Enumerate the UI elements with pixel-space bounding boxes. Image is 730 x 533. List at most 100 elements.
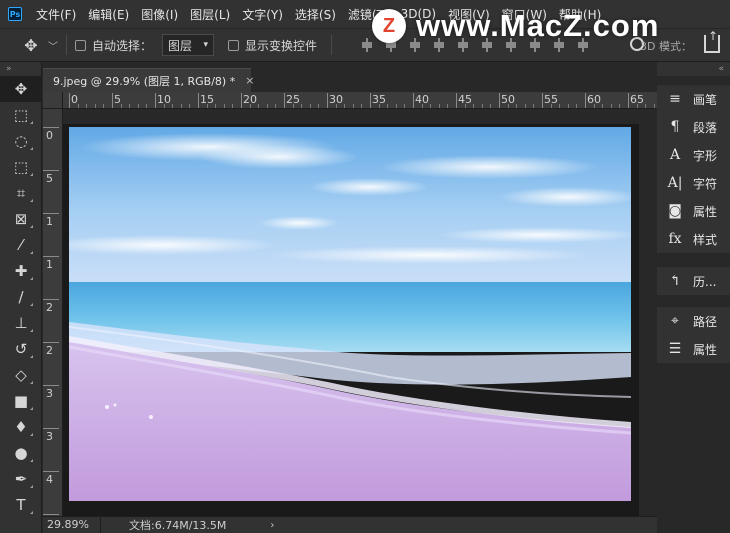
- chevron-right-icon[interactable]: ›: [270, 520, 274, 531]
- healing-brush-tool[interactable]: ✚: [0, 258, 42, 284]
- menu-image[interactable]: 图像(I): [141, 6, 178, 23]
- character-panel[interactable]: A| 字符: [657, 169, 730, 197]
- horizontal-ruler[interactable]: 0 5 10 15 20 25 30 35 40 45 50 55 60 65: [63, 92, 657, 109]
- share-icon[interactable]: [704, 29, 720, 53]
- collapse-toolbar-icon[interactable]: »: [0, 62, 41, 76]
- divider: [66, 35, 67, 55]
- move-tool-preset-icon[interactable]: ✥: [20, 34, 42, 56]
- type-tool[interactable]: T: [0, 492, 42, 518]
- brush-tool[interactable]: ∕: [0, 284, 42, 310]
- menu-file[interactable]: 文件(F): [36, 6, 76, 23]
- tools-panel: » ✥ ⬚ ◌ ⬚ ⌗ ⊠ ⁄ ✚ ∕ ⊥ ↺ ◇ ■ ♦ ● ✒ T: [0, 62, 42, 533]
- ruler-minor-tick: [275, 104, 277, 108]
- ruler-minor-tick: [559, 104, 561, 108]
- panel-label: 属性: [693, 204, 718, 219]
- menu-layer[interactable]: 图层(L): [190, 6, 230, 23]
- lasso-tool[interactable]: ◌: [0, 128, 42, 154]
- ruler-minor-tick: [645, 104, 647, 108]
- ruler-minor-tick: [473, 104, 475, 108]
- history-panel[interactable]: ↰ 历...: [657, 267, 730, 295]
- ruler-minor-tick: [619, 104, 621, 108]
- brush-panel[interactable]: ≡ 画笔: [657, 85, 730, 113]
- brush-icon: ≡: [669, 91, 681, 107]
- ruler-minor-tick: [576, 104, 578, 108]
- ruler-minor-tick: [533, 104, 535, 108]
- document-info[interactable]: 文档:6.74M/13.5M: [129, 517, 226, 533]
- ruler-minor-tick: [395, 104, 397, 108]
- marquee-tool[interactable]: ⬚: [0, 102, 42, 128]
- panel-label: 字符: [693, 176, 718, 191]
- panel-label: 画笔: [693, 92, 718, 107]
- collapse-panels-icon[interactable]: «: [657, 62, 730, 76]
- move-tool[interactable]: ✥: [0, 76, 42, 102]
- zoom-level[interactable]: 29.89%: [43, 516, 101, 533]
- chevron-down-icon: ▾: [203, 40, 209, 50]
- ruler-minor-tick: [602, 104, 604, 108]
- close-icon[interactable]: ×: [245, 74, 254, 87]
- ruler-minor-tick: [516, 104, 518, 108]
- ruler-minor-tick: [378, 104, 380, 108]
- panel-label: 段落: [693, 120, 718, 135]
- ruler-minor-tick: [610, 104, 612, 108]
- adjustments-panel[interactable]: ☰ 属性: [657, 335, 730, 363]
- show-transform-checkbox[interactable]: [228, 39, 240, 51]
- status-bar: 29.89% 文档:6.74M/13.5M ›: [43, 516, 657, 533]
- paths-panel[interactable]: ⌖ 路径: [657, 307, 730, 335]
- ruler-minor-tick: [77, 104, 79, 108]
- gradient-tool[interactable]: ■: [0, 388, 42, 414]
- crop-tool[interactable]: ⌗: [0, 180, 42, 206]
- panel-label: 字形: [693, 148, 718, 163]
- dodge-tool[interactable]: ●: [0, 440, 42, 466]
- auto-select-label: 自动选择：: [92, 38, 153, 53]
- auto-select-target-dropdown[interactable]: 图层 ▾: [162, 34, 215, 56]
- ruler-minor-tick: [301, 104, 303, 108]
- history-brush-tool[interactable]: ↺: [0, 336, 42, 362]
- frame-tool[interactable]: ⊠: [0, 206, 42, 232]
- blur-tool[interactable]: ♦: [0, 414, 42, 440]
- document-title: 9.jpeg @ 29.9% (图层 1, RGB/8) *: [53, 74, 236, 88]
- panel-label: 属性: [693, 342, 718, 357]
- ruler-minor-tick: [292, 104, 294, 108]
- eraser-tool[interactable]: ◇: [0, 362, 42, 388]
- ruler-minor-tick: [86, 104, 88, 108]
- paths-icon: ⌖: [671, 313, 679, 329]
- chevron-down-icon[interactable]: ﹀: [48, 38, 58, 53]
- ruler-label: 0: [46, 129, 53, 142]
- ruler-label: 4: [46, 473, 53, 486]
- object-select-tool[interactable]: ⬚: [0, 154, 42, 180]
- ruler-origin[interactable]: [43, 92, 63, 109]
- properties-panel[interactable]: ◙ 属性: [657, 197, 730, 225]
- divider: [331, 35, 333, 55]
- styles-icon: fx: [668, 231, 682, 247]
- beach-image[interactable]: [69, 127, 631, 501]
- ruler-minor-tick: [318, 104, 320, 108]
- canvas-area[interactable]: [63, 109, 657, 516]
- clone-stamp-tool[interactable]: ⊥: [0, 310, 42, 336]
- vertical-ruler[interactable]: 0511223344: [43, 109, 63, 516]
- ruler-minor-tick: [223, 104, 225, 108]
- menu-edit[interactable]: 编辑(E): [88, 6, 129, 23]
- ruler-minor-tick: [266, 104, 268, 108]
- ruler-minor-tick: [361, 104, 363, 108]
- menu-type[interactable]: 文字(Y): [242, 6, 283, 23]
- panel-group-3: ⌖ 路径 ☰ 属性: [657, 306, 730, 363]
- eyedropper-tool[interactable]: ⁄: [0, 232, 42, 258]
- beach-photo: [69, 127, 631, 501]
- ruler-minor-tick: [593, 104, 595, 108]
- ruler-label: 2: [46, 344, 53, 357]
- menu-select[interactable]: 选择(S): [295, 6, 336, 23]
- ruler-minor-tick: [189, 104, 191, 108]
- ruler-minor-tick: [206, 104, 208, 108]
- auto-select-checkbox[interactable]: [75, 39, 86, 51]
- document-tab[interactable]: 9.jpeg @ 29.9% (图层 1, RGB/8) * ×: [43, 68, 254, 92]
- ruler-minor-tick: [490, 104, 492, 108]
- panel-label: 路径: [693, 314, 718, 329]
- pen-tool[interactable]: ✒: [0, 466, 42, 492]
- paragraph-panel[interactable]: ¶ 段落: [657, 113, 730, 141]
- ruler-minor-tick: [387, 104, 389, 108]
- dropdown-value: 图层: [168, 38, 193, 53]
- glyphs-panel[interactable]: A 字形: [657, 141, 730, 169]
- styles-panel[interactable]: fx 样式: [657, 225, 730, 253]
- ruler-minor-tick: [567, 104, 569, 108]
- ruler-minor-tick: [232, 104, 234, 108]
